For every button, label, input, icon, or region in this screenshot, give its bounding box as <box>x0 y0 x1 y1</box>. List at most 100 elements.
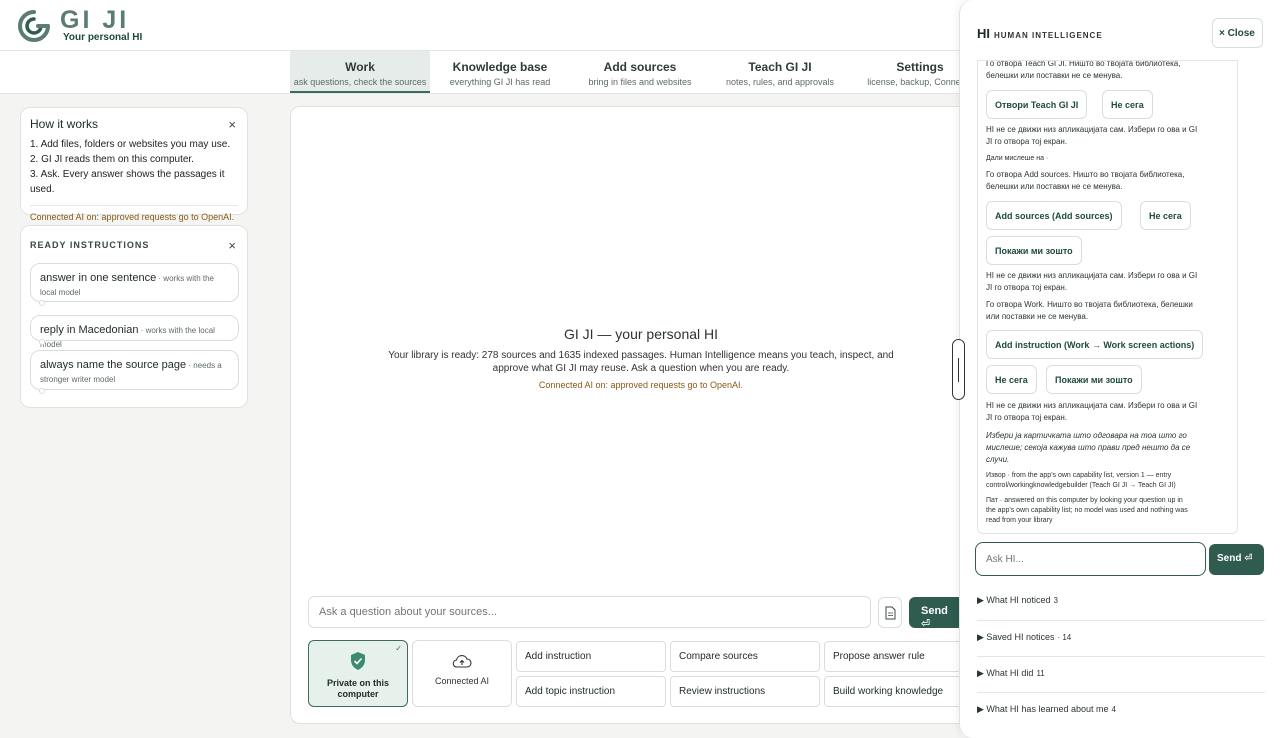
disclosure-label: ▶ What HI has learned about me <box>977 704 1109 714</box>
bubble-tail <box>39 339 45 345</box>
document-icon <box>885 606 896 620</box>
mode-label: Private on this computer <box>326 678 389 699</box>
hi-send-button[interactable]: Send ⏎ <box>1209 544 1264 575</box>
logo-icon <box>18 10 50 42</box>
message-line: случи. <box>986 455 1010 464</box>
message-line: Го отвора Work. Ништо во твојата библиот… <box>986 300 1193 309</box>
close-icon[interactable]: × <box>228 117 236 132</box>
ready-instructions-title: READY INSTRUCTIONS <box>30 240 150 250</box>
not-now-button[interactable]: Не сега <box>1102 90 1153 119</box>
tab-sublabel: bring in files and websites <box>588 77 692 87</box>
disclosure-what-hi-did[interactable]: ▶ What HI did 11 <box>977 656 1265 692</box>
message-line: мислеше; секоја кажува што прави пред не… <box>986 443 1191 452</box>
connected-ai-notice: Connected AI on: approved requests go to… <box>538 380 744 390</box>
message-line: или поставки не се менува. <box>986 312 1089 321</box>
path-line: the app's own capability list; no model … <box>986 507 1188 514</box>
source-line: control/workingknowledgebuilder (Teach G… <box>986 482 1176 489</box>
close-button[interactable]: × Close <box>1212 18 1263 48</box>
review-instructions-button[interactable]: Review instructions <box>670 676 820 707</box>
hi-panel-title: HI HUMAN INTELLIGENCE <box>977 26 1103 41</box>
tab-sublabel: ask questions, check the sources <box>293 77 427 87</box>
message-line: Го отвора Teach GI JI. Ништо во твојата … <box>986 60 1181 68</box>
ask-input[interactable] <box>308 596 871 628</box>
add-instruction-suggestion-button[interactable]: Add instruction (Work → Work screen acti… <box>986 330 1204 359</box>
shield-check-icon <box>351 652 365 670</box>
disclosure-count: 11 <box>1036 669 1045 678</box>
propose-answer-rule-button[interactable]: Propose answer rule <box>824 641 974 672</box>
message-line: JI го отвора тој екран. <box>986 283 1068 292</box>
add-topic-instruction-button[interactable]: Add topic instruction <box>516 676 666 707</box>
message-line: HI не се движи низ апликацијата сам. Изб… <box>986 401 1198 410</box>
how-it-works-title: How it works <box>30 117 99 131</box>
how-step: 3. Ask. Every answer shows the passages … <box>30 169 225 195</box>
ready-instruction[interactable]: always name the source page · needs a st… <box>30 350 239 394</box>
tab-sublabel: everything GI JI has read <box>449 77 551 87</box>
message-line: Избери ја картичката што одговара на тоа… <box>986 431 1187 440</box>
not-now-button[interactable]: Не сега <box>986 365 1037 394</box>
tab-label: Knowledge base <box>452 60 548 74</box>
connected-ai-notice: Connected AI on: approved requests go to… <box>30 205 238 222</box>
tab-add-sources[interactable]: Add sources bring in files and websites <box>570 51 710 93</box>
disclosure-count: · 14 <box>1057 633 1072 642</box>
how-step: 1. Add files, folders or websites you ma… <box>30 139 231 150</box>
mode-connected-ai[interactable]: Connected AI <box>412 640 512 707</box>
message-line: HI не се движи низ апликацијата сам. Изб… <box>986 271 1198 280</box>
attach-button[interactable] <box>878 597 902 628</box>
instruction-text: reply in Macedonian <box>40 324 139 336</box>
message-line: Дали мислеше на · <box>986 155 1049 162</box>
check-icon: ✓ <box>395 644 402 653</box>
ready-instruction[interactable]: answer in one sentence · works with the … <box>30 263 239 306</box>
tab-label: Teach GI JI <box>748 60 812 74</box>
tab-teach[interactable]: Teach GI JI notes, rules, and approvals <box>710 51 850 93</box>
path-line: read from your library <box>986 517 1053 524</box>
tab-sublabel: notes, rules, and approvals <box>725 77 835 87</box>
path-line: Пат · answered on this computer by looki… <box>986 497 1183 504</box>
hi-subtitle: HUMAN INTELLIGENCE <box>994 31 1103 40</box>
work-area: GI JI — your personal HI Your library is… <box>290 106 974 724</box>
logo[interactable]: GI JI Your personal HI <box>16 8 142 44</box>
cloud-upload-icon <box>452 655 472 668</box>
compare-sources-button[interactable]: Compare sources <box>670 641 820 672</box>
message-line: HI не се движи низ апликацијата сам. Изб… <box>986 125 1198 134</box>
tab-work[interactable]: Work ask questions, check the sources <box>290 51 430 93</box>
tab-label: Work <box>345 60 375 74</box>
hi-title: HI <box>977 26 990 41</box>
logo-title: GI JI <box>60 6 130 34</box>
instruction-text: always name the source page <box>40 359 187 371</box>
source-line: Извор · from the app's own capability li… <box>986 472 1172 479</box>
open-teach-button[interactable]: Отвори Teach GI JI <box>986 90 1088 119</box>
disclosure-saved-hi-notices[interactable]: ▶ Saved HI notices · 14 <box>977 620 1265 656</box>
disclosure-what-hi-noticed[interactable]: ▶ What HI noticed 3 <box>977 584 1265 620</box>
disclosure-what-hi-learned[interactable]: ▶ What HI has learned about me 4 <box>977 692 1265 728</box>
message-line: белешки или поставки не се менува. <box>986 71 1123 80</box>
instruction-text: answer in one sentence <box>40 272 157 284</box>
tab-label: Add sources <box>603 60 677 74</box>
add-instruction-button[interactable]: Add instruction <box>516 641 666 672</box>
show-why-button[interactable]: Покажи ми зошто <box>1046 365 1142 394</box>
hi-conversation[interactable]: Го отвора Teach GI JI. Ништо во твојата … <box>977 60 1238 534</box>
hi-ask-input[interactable] <box>975 542 1206 576</box>
build-working-knowledge-button[interactable]: Build working knowledge <box>824 676 974 707</box>
disclosure-label: ▶ What HI noticed <box>977 595 1051 605</box>
logo-tagline: Your personal HI <box>63 32 143 43</box>
close-icon[interactable]: × <box>228 238 236 253</box>
not-now-button[interactable]: Не сега <box>1140 201 1191 230</box>
mode-label: Connected AI <box>434 676 490 686</box>
welcome-description: Your library is ready: 278 sources and 1… <box>388 350 894 374</box>
welcome-title: GI JI — your personal HI <box>563 326 719 342</box>
disclosure-count: 4 <box>1111 705 1116 714</box>
bubble-tail <box>39 300 45 306</box>
welcome-block: GI JI — your personal HI Your library is… <box>371 326 911 390</box>
message-line: JI го отвора тој екран. <box>986 413 1068 422</box>
ready-instructions-card: READY INSTRUCTIONS × answer in one sente… <box>20 225 248 408</box>
disclosure-count: 3 <box>1053 596 1058 605</box>
hi-panel: HI HUMAN INTELLIGENCE × Close Го отвора T… <box>959 0 1280 738</box>
add-sources-button[interactable]: Add sources (Add sources) <box>986 201 1122 230</box>
panel-resize-handle[interactable] <box>952 339 965 400</box>
how-step: 2. GI JI reads them on this computer. <box>30 154 194 165</box>
how-it-works-card: How it works × 1. Add files, folders or … <box>20 107 248 222</box>
mode-private[interactable]: ✓ Private on this computer <box>308 640 408 707</box>
show-why-button[interactable]: Покажи ми зошто <box>986 236 1082 265</box>
ready-instruction[interactable]: reply in Macedonian · works with the loc… <box>30 315 239 349</box>
tab-knowledge-base[interactable]: Knowledge base everything GI JI has read <box>430 51 570 93</box>
